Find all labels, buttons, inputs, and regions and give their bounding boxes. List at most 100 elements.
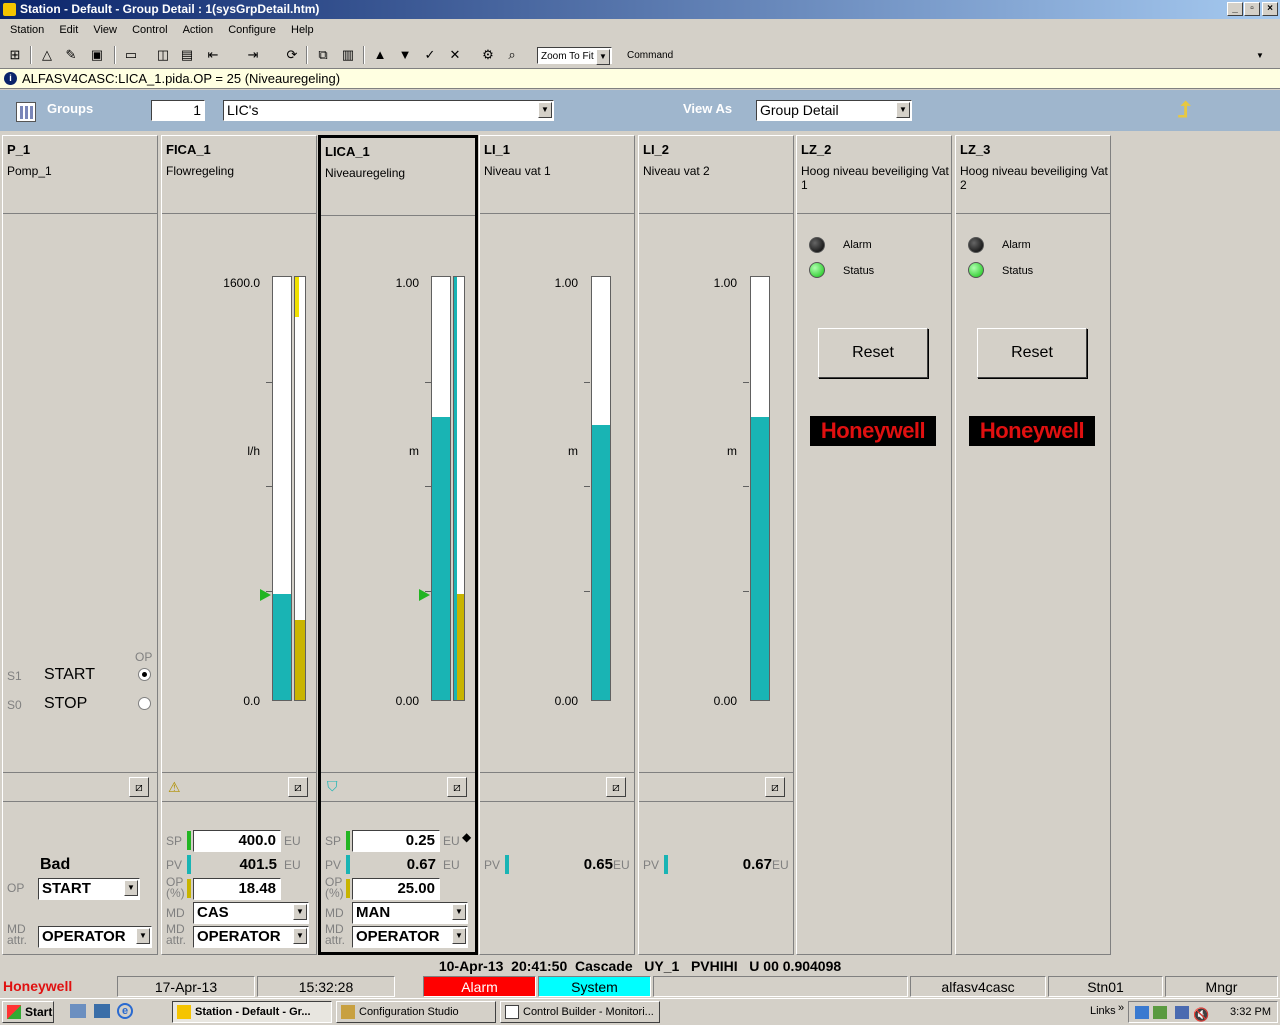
- detail-icon[interactable]: ▤: [177, 45, 197, 65]
- system-indicator[interactable]: System: [538, 976, 651, 997]
- forward-icon[interactable]: ⇥: [243, 45, 263, 65]
- display-icon[interactable]: ◫: [153, 45, 173, 65]
- menu-view[interactable]: View: [93, 20, 117, 40]
- trend-icon[interactable]: ⧄: [129, 777, 149, 797]
- scale-unit: m: [409, 444, 419, 458]
- alarm-indicator[interactable]: Alarm: [423, 976, 536, 997]
- tag-name[interactable]: LI_2: [643, 142, 669, 157]
- sp-label: SP: [166, 834, 183, 848]
- tag-name[interactable]: LI_1: [484, 142, 510, 157]
- tag-name[interactable]: LZ_2: [801, 142, 831, 157]
- cancel-icon[interactable]: ✕: [445, 45, 465, 65]
- lower-icon[interactable]: ▼: [395, 45, 415, 65]
- network-icon[interactable]: ⊞: [5, 45, 25, 65]
- op-select[interactable]: START ▼: [38, 878, 140, 900]
- menu-help[interactable]: Help: [291, 20, 314, 40]
- md-select[interactable]: MAN ▼: [352, 902, 468, 924]
- md-attr-select[interactable]: OPERATOR ▼: [193, 926, 309, 948]
- tag-name[interactable]: LZ_3: [960, 142, 990, 157]
- close-button[interactable]: ×: [1262, 2, 1278, 16]
- reset-button[interactable]: Reset: [977, 328, 1087, 378]
- edit-pencil-icon[interactable]: ✎: [61, 45, 81, 65]
- acknowledge-icon[interactable]: ✓: [420, 45, 440, 65]
- reset-button[interactable]: Reset: [818, 328, 928, 378]
- group-name-select[interactable]: LIC's ▼: [223, 100, 554, 121]
- tag-name[interactable]: P_1: [7, 142, 30, 157]
- ie-icon[interactable]: e: [117, 1003, 133, 1019]
- trend-icon[interactable]: ⧄: [606, 777, 626, 797]
- faceplate-p1: P_1 Pomp_1 OP S1 START S0 STOP ⧄ Bad OP …: [2, 135, 158, 955]
- stop-radio[interactable]: [138, 697, 151, 710]
- sp-pointer[interactable]: [260, 588, 271, 601]
- chevron-down-icon[interactable]: ▼: [136, 928, 150, 944]
- maximize-button[interactable]: ▫: [1244, 2, 1260, 16]
- faceplate-lz2: LZ_2 Hoog niveau beveiliging Vat 1 Alarm…: [796, 135, 952, 955]
- chevron-right-icon[interactable]: »: [1118, 1002, 1124, 1014]
- warning-icon: ⚠: [168, 779, 181, 795]
- summary-icon[interactable]: ▣: [87, 45, 107, 65]
- output-limit-marker: [295, 277, 299, 317]
- tag-name[interactable]: FICA_1: [166, 142, 211, 157]
- md-select[interactable]: CAS ▼: [193, 902, 309, 924]
- task-control-builder[interactable]: Control Builder - Monitori...: [500, 1001, 660, 1023]
- op-label: OP: [7, 881, 25, 895]
- sp-input[interactable]: 400.0: [193, 830, 281, 852]
- sp-pointer[interactable]: [419, 588, 430, 601]
- chevron-down-icon[interactable]: ▼: [452, 928, 466, 944]
- speaker-muted-icon[interactable]: 🔇: [1193, 1005, 1209, 1025]
- chevron-down-icon[interactable]: ▼: [293, 928, 307, 944]
- zoom-select[interactable]: Zoom To Fit ▼: [537, 47, 612, 65]
- trend-icon[interactable]: ⧄: [447, 777, 467, 797]
- alarm-bell-icon[interactable]: △: [37, 45, 57, 65]
- task-station[interactable]: Station - Default - Gr...: [172, 1001, 332, 1023]
- md-attr-select[interactable]: OPERATOR ▼: [352, 926, 468, 948]
- start-button[interactable]: Start: [2, 1001, 54, 1023]
- sp-input[interactable]: 0.25: [352, 830, 440, 852]
- group-number-input[interactable]: 1: [151, 100, 205, 121]
- chevron-down-icon[interactable]: ▼: [1253, 48, 1267, 63]
- minimize-button[interactable]: _: [1227, 2, 1243, 16]
- start-radio[interactable]: [138, 668, 151, 681]
- tray-app-icon[interactable]: [1153, 1006, 1167, 1019]
- command-input[interactable]: [680, 47, 1268, 64]
- zoom-icon[interactable]: ⌕: [502, 45, 522, 65]
- menu-control[interactable]: Control: [132, 20, 167, 40]
- chevron-down-icon[interactable]: ▼: [596, 49, 610, 65]
- raise-icon[interactable]: ▲: [370, 45, 390, 65]
- faceplate-fica1: FICA_1 Flowregeling 1600.0 l/h 0.0 ⚠ ⧄ SP…: [161, 135, 317, 955]
- chevron-down-icon[interactable]: ▼: [293, 904, 307, 920]
- updown-icon[interactable]: ◆: [462, 830, 471, 844]
- groups-icon[interactable]: [16, 102, 36, 122]
- page-icon[interactable]: ▭: [121, 45, 141, 65]
- tag-description: Niveauregeling: [325, 166, 406, 180]
- up-arrow-icon[interactable]: ⮥: [1178, 97, 1191, 123]
- group-icon[interactable]: ▥: [338, 45, 358, 65]
- links-toolbar[interactable]: Links: [1090, 1005, 1116, 1017]
- task-config-studio[interactable]: Configuration Studio: [336, 1001, 496, 1023]
- view-as-select[interactable]: Group Detail ▼: [756, 100, 912, 121]
- pv-bar: [272, 276, 292, 701]
- menu-edit[interactable]: Edit: [59, 20, 78, 40]
- tray-network-icon[interactable]: [1135, 1006, 1149, 1019]
- back-icon[interactable]: ⇤: [203, 45, 223, 65]
- chevron-down-icon[interactable]: ▼: [452, 904, 466, 920]
- desktop-icon[interactable]: [70, 1004, 86, 1018]
- menu-station[interactable]: Station: [10, 20, 44, 40]
- trend-icon[interactable]: ⧉: [313, 45, 333, 65]
- faceplate-icon[interactable]: ⚙: [478, 45, 498, 65]
- explorer-icon[interactable]: [94, 1004, 110, 1018]
- md-attr-select[interactable]: OPERATOR ▼: [38, 926, 152, 948]
- trend-icon[interactable]: ⧄: [288, 777, 308, 797]
- tag-name[interactable]: LICA_1: [325, 144, 370, 159]
- menu-action[interactable]: Action: [183, 20, 214, 40]
- chevron-down-icon[interactable]: ▼: [124, 880, 138, 896]
- tray-monitor-icon[interactable]: [1175, 1006, 1189, 1019]
- last-event-bar[interactable]: 10-Apr-13 20:41:50 Cascade UY_1 PVHIHI U…: [0, 956, 1280, 976]
- trend-icon[interactable]: ⧄: [765, 777, 785, 797]
- refresh-icon[interactable]: ⟳: [282, 45, 302, 65]
- op-input[interactable]: 18.48: [193, 878, 281, 900]
- chevron-down-icon[interactable]: ▼: [896, 102, 910, 118]
- chevron-down-icon[interactable]: ▼: [538, 102, 552, 118]
- menu-configure[interactable]: Configure: [228, 20, 276, 40]
- op-input[interactable]: 25.00: [352, 878, 440, 900]
